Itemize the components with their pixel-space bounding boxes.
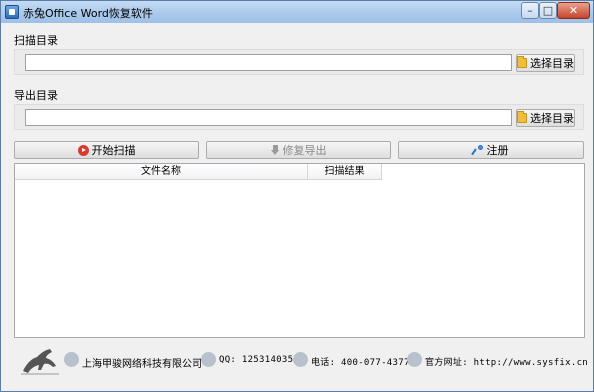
phone-number: 电话: 400-077-4377 [311, 358, 410, 368]
scan-directory-label: 扫描目录 [14, 34, 58, 47]
website-link[interactable]: 官方网址: http://www.sysfix.cn [425, 355, 588, 368]
scan-browse-button[interactable]: 选择目录 [516, 54, 575, 72]
folder-icon [517, 111, 527, 123]
scan-browse-label: 选择目录 [530, 57, 574, 70]
export-directory-label: 导出目录 [14, 89, 58, 102]
repair-export-button[interactable]: 修复导出 [206, 141, 391, 159]
title-bar[interactable]: 赤兔Office Word恢复软件 – □ ✕ [1, 1, 593, 23]
repair-export-label: 修复导出 [282, 144, 327, 157]
app-icon [5, 5, 19, 19]
table-header: 文件名称 扫描结果 [15, 164, 382, 180]
app-window: 赤兔Office Word恢复软件 – □ ✕ 扫描目录 选择目录 导出目录 选… [0, 0, 594, 392]
company-name: 上海甲骏网络科技有限公司 [82, 359, 202, 370]
export-browse-label: 选择目录 [530, 112, 574, 125]
column-header-filename[interactable]: 文件名称 [15, 164, 308, 180]
export-browse-button[interactable]: 选择目录 [516, 109, 575, 127]
folder-icon [517, 56, 527, 68]
window-title: 赤兔Office Word恢复软件 [23, 7, 153, 20]
footer: 上海甲骏网络科技有限公司 QQ: 1253140355 电话: 400-077-… [14, 342, 588, 380]
register-button[interactable]: 注册 [398, 141, 584, 159]
globe-icon [407, 352, 422, 367]
register-label: 注册 [486, 144, 509, 157]
start-scan-button[interactable]: 开始扫描 [14, 141, 199, 159]
results-table[interactable]: 文件名称 扫描结果 [14, 163, 585, 338]
phone-icon [293, 352, 308, 367]
maximize-button[interactable]: □ [539, 2, 557, 19]
qq-penguin-icon [201, 352, 216, 367]
column-header-scan-result[interactable]: 扫描结果 [308, 164, 382, 180]
building-icon [64, 352, 79, 367]
scan-directory-input[interactable] [25, 54, 512, 71]
start-scan-label: 开始扫描 [91, 144, 136, 157]
play-icon [77, 144, 89, 156]
horse-logo [21, 349, 59, 375]
key-icon [474, 144, 484, 156]
qq-number: QQ: 1253140355 [219, 355, 300, 365]
down-arrow-icon [270, 144, 280, 156]
minimize-button[interactable]: – [521, 2, 539, 19]
export-directory-input[interactable] [25, 109, 512, 126]
close-button[interactable]: ✕ [557, 2, 590, 19]
